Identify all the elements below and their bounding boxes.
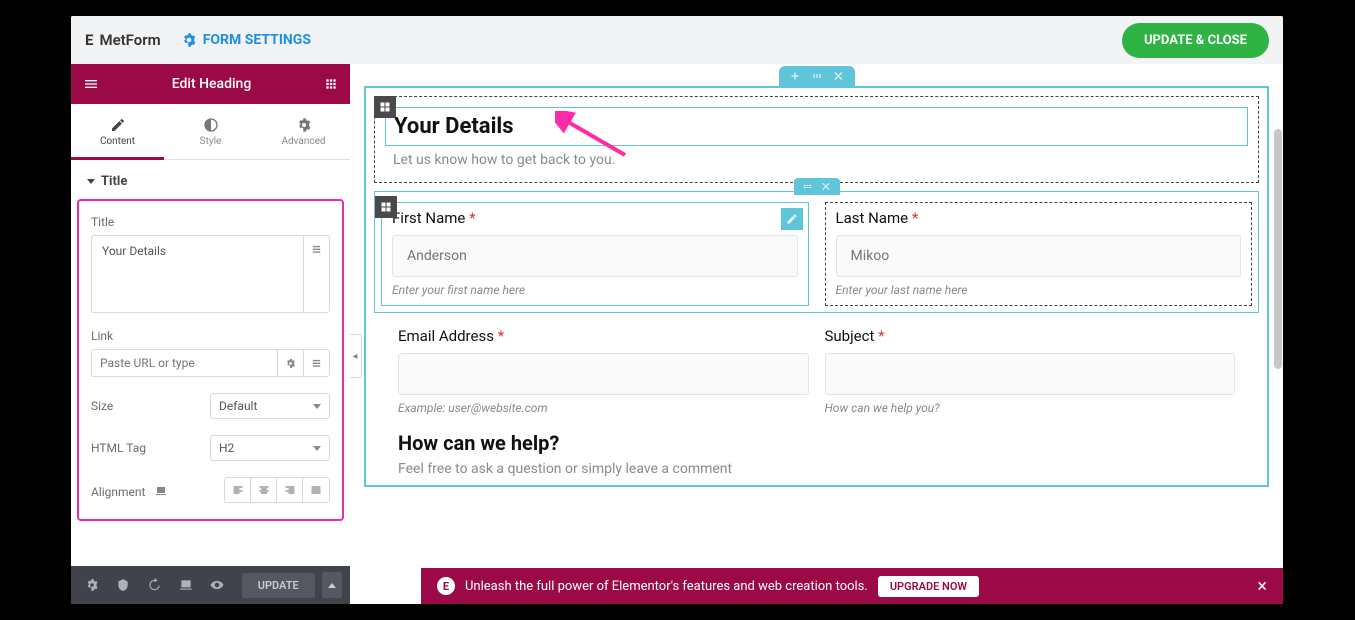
drag-icon[interactable] bbox=[811, 70, 823, 82]
elementor-badge-icon: E bbox=[437, 577, 455, 595]
dynamic-tags-button[interactable] bbox=[304, 235, 330, 313]
navigator-button[interactable] bbox=[110, 570, 135, 600]
elementor-logo-icon: E bbox=[85, 31, 93, 49]
style-icon bbox=[203, 117, 219, 133]
chevron-down-icon bbox=[313, 446, 321, 451]
last-name-label: Last Name * bbox=[836, 209, 1242, 227]
edit-column-button[interactable] bbox=[375, 196, 397, 218]
subject-label: Subject * bbox=[825, 327, 1236, 345]
email-label: Email Address * bbox=[398, 327, 809, 345]
form-subheading: Let us know how to get back to you. bbox=[393, 152, 1240, 168]
title-label: Title bbox=[91, 215, 330, 229]
section-toolbar[interactable] bbox=[779, 66, 855, 86]
responsive-button[interactable] bbox=[173, 570, 198, 600]
last-name-input[interactable] bbox=[836, 235, 1242, 277]
sidebar-title: Edit Heading bbox=[172, 76, 252, 92]
email-input[interactable] bbox=[398, 353, 809, 395]
link-options-button[interactable] bbox=[278, 349, 304, 377]
notice-text: Unleash the full power of Elementor's fe… bbox=[465, 579, 868, 594]
align-justify-button[interactable] bbox=[303, 478, 329, 502]
tab-content[interactable]: Content bbox=[71, 104, 164, 159]
align-left-button[interactable] bbox=[225, 478, 251, 502]
settings-button[interactable] bbox=[79, 570, 104, 600]
align-right-button[interactable] bbox=[277, 478, 303, 502]
html-tag-label: HTML Tag bbox=[91, 441, 146, 455]
update-options-button[interactable] bbox=[322, 572, 342, 598]
gear-icon bbox=[181, 32, 197, 48]
update-close-button[interactable]: UPDATE & CLOSE bbox=[1122, 23, 1269, 58]
alignment-group bbox=[224, 477, 330, 503]
drag-icon[interactable] bbox=[802, 181, 813, 192]
add-icon[interactable] bbox=[789, 70, 801, 82]
last-name-help: Enter your last name here bbox=[836, 283, 1242, 297]
update-button[interactable]: UPDATE bbox=[242, 573, 315, 598]
menu-icon[interactable] bbox=[83, 76, 99, 92]
edit-column-button[interactable] bbox=[374, 96, 396, 118]
history-button[interactable] bbox=[142, 570, 167, 600]
collapse-panel-button[interactable]: ◂ bbox=[350, 334, 362, 378]
help-sub: Feel free to ask a question or simply le… bbox=[398, 461, 1235, 477]
brand-name: MetForm bbox=[99, 31, 160, 49]
pencil-icon bbox=[110, 117, 126, 133]
form-heading: Your Details bbox=[394, 114, 1239, 139]
section-title-toggle[interactable]: Title bbox=[71, 160, 350, 199]
close-icon[interactable] bbox=[833, 70, 845, 82]
scrollbar-thumb[interactable] bbox=[1274, 129, 1282, 369]
close-icon[interactable] bbox=[821, 181, 832, 192]
widgets-icon[interactable] bbox=[324, 77, 338, 91]
cog-icon bbox=[296, 117, 312, 133]
help-heading: How can we help? bbox=[398, 431, 1235, 455]
chevron-down-icon bbox=[313, 404, 321, 409]
upgrade-now-button[interactable]: UPGRADE NOW bbox=[878, 576, 979, 597]
tab-style[interactable]: Style bbox=[164, 104, 257, 159]
link-input[interactable] bbox=[91, 349, 278, 377]
align-center-button[interactable] bbox=[251, 478, 277, 502]
preview-button[interactable] bbox=[204, 570, 229, 600]
tab-advanced[interactable]: Advanced bbox=[257, 104, 350, 159]
link-label: Link bbox=[91, 329, 330, 343]
edit-widget-button[interactable] bbox=[781, 208, 803, 230]
email-help: Example: user@website.com bbox=[398, 401, 809, 415]
caret-down-icon bbox=[87, 179, 95, 184]
html-tag-select[interactable]: H2 bbox=[210, 435, 330, 461]
size-label: Size bbox=[91, 399, 113, 413]
row-toolbar[interactable] bbox=[794, 178, 840, 195]
dynamic-link-button[interactable] bbox=[304, 349, 330, 377]
size-select[interactable]: Default bbox=[210, 393, 330, 419]
responsive-icon[interactable] bbox=[155, 485, 167, 497]
subject-input[interactable] bbox=[825, 353, 1236, 395]
form-settings-label: FORM SETTINGS bbox=[203, 32, 311, 48]
alignment-label: Alignment bbox=[91, 485, 145, 499]
first-name-help: Enter your first name here bbox=[392, 283, 798, 297]
brand: E MetForm bbox=[85, 31, 161, 49]
form-settings-link[interactable]: FORM SETTINGS bbox=[181, 32, 311, 48]
close-notice-button[interactable]: × bbox=[1257, 576, 1267, 597]
heading-widget[interactable]: Your Details bbox=[385, 107, 1248, 146]
first-name-input[interactable] bbox=[392, 235, 798, 277]
title-input[interactable]: Your Details bbox=[91, 235, 304, 313]
first-name-label: First Name * bbox=[392, 209, 798, 227]
subject-help: How can we help you? bbox=[825, 401, 1236, 415]
